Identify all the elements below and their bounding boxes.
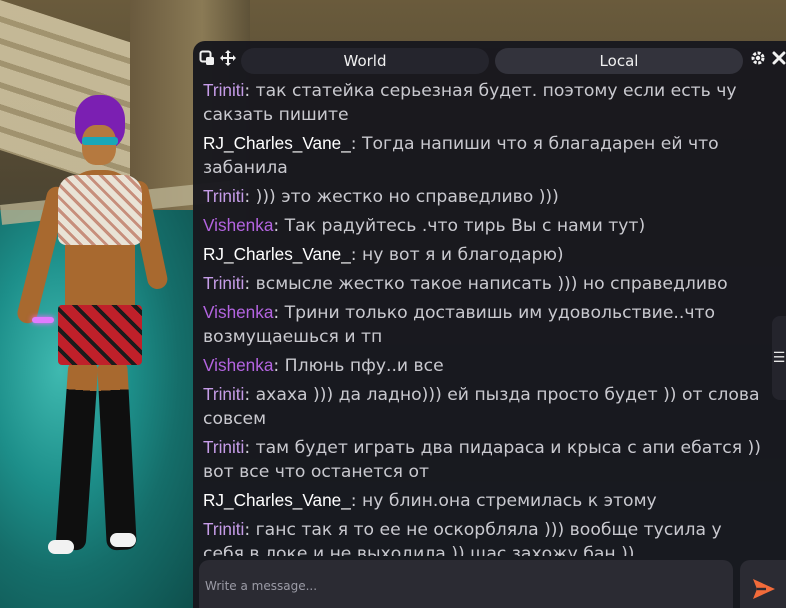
- chat-message: Vishenka: Так радуйтесь .что тирь Вы с н…: [203, 213, 768, 238]
- message-separator: :: [244, 187, 256, 207]
- message-username[interactable]: Triniti: [203, 384, 244, 404]
- message-separator: :: [350, 491, 363, 511]
- message-username[interactable]: Vishenka: [203, 302, 273, 322]
- chat-message: Triniti: ))) это жестко но справедливо )…: [203, 184, 768, 209]
- message-separator: :: [244, 438, 256, 458]
- message-username[interactable]: Triniti: [203, 519, 244, 539]
- message-username[interactable]: Triniti: [203, 80, 244, 100]
- message-text: ))) это жестко но справедливо ))): [255, 187, 559, 207]
- message-username[interactable]: Triniti: [203, 273, 244, 293]
- chat-message: RJ_Charles_Vane_: ну вот я и благодарю): [203, 242, 768, 267]
- message-separator: :: [244, 520, 256, 540]
- message-separator: :: [244, 385, 256, 405]
- chat-message: RJ_Charles_Vane_: ну блин.она стремилась…: [203, 488, 768, 513]
- message-username[interactable]: RJ_Charles_Vane_: [203, 244, 351, 264]
- chat-message: Vishenka: Трини только доставишь им удов…: [203, 300, 768, 349]
- chat-window: World Local Triniti: так статейка серьез…: [193, 41, 786, 608]
- tab-world[interactable]: World: [241, 48, 489, 74]
- message-text: Так радуйтесь .что тирь Вы с нами тут): [284, 216, 646, 236]
- message-separator: :: [350, 245, 363, 265]
- gear-icon[interactable]: [749, 50, 767, 70]
- message-separator: :: [273, 356, 285, 376]
- message-separator: :: [244, 274, 256, 294]
- chat-message: Triniti: всмысле жестко такое написать )…: [203, 271, 768, 296]
- message-text: ганс так я то ее не оскорбляла ))) вообщ…: [203, 520, 722, 556]
- menu-icon[interactable]: ☰: [772, 316, 786, 400]
- message-text: ну вот я и благодарю): [362, 245, 564, 265]
- message-username[interactable]: Vishenka: [203, 355, 273, 375]
- chat-input-row: [193, 560, 786, 608]
- chat-tabbar: World Local: [193, 46, 786, 74]
- message-username[interactable]: RJ_Charles_Vane_: [203, 490, 351, 510]
- message-separator: :: [350, 134, 363, 154]
- send-icon: [753, 579, 775, 599]
- message-input[interactable]: [199, 560, 733, 608]
- chat-message: Triniti: ахаха ))) да ладно))) ей пызда …: [203, 382, 768, 431]
- chat-message: Triniti: ганс так я то ее не оскорбляла …: [203, 517, 768, 556]
- message-text: всмысле жестко такое написать ))) но спр…: [255, 274, 728, 294]
- message-username[interactable]: Vishenka: [203, 215, 273, 235]
- message-separator: :: [273, 303, 285, 323]
- message-username[interactable]: Triniti: [203, 437, 244, 457]
- chat-message: Vishenka: Плюнь пфу..и все: [203, 353, 768, 378]
- message-separator: :: [244, 81, 256, 101]
- message-username[interactable]: Triniti: [203, 186, 244, 206]
- chat-message: RJ_Charles_Vane_: Тогда напиши что я бла…: [203, 131, 768, 180]
- message-text: так статейка серьезная будет. поэтому ес…: [203, 81, 737, 125]
- message-separator: :: [273, 216, 285, 236]
- message-text: ахаха ))) да ладно))) ей пызда просто бу…: [203, 385, 760, 429]
- move-icon[interactable]: [219, 50, 237, 70]
- message-username[interactable]: RJ_Charles_Vane_: [203, 133, 351, 153]
- chat-message: Triniti: так статейка серьезная будет. п…: [203, 78, 768, 127]
- message-text: там будет играть два пидараса и крыса с …: [203, 438, 761, 482]
- chat-message: Triniti: там будет играть два пидараса и…: [203, 435, 768, 484]
- message-list[interactable]: Triniti: так статейка серьезная будет. п…: [203, 78, 768, 556]
- popout-icon[interactable]: [198, 50, 216, 70]
- tab-local[interactable]: Local: [495, 48, 743, 74]
- send-button[interactable]: [740, 560, 786, 608]
- message-text: ну блин.она стремилась к этому: [362, 491, 657, 511]
- player-avatar[interactable]: [15, 95, 170, 565]
- close-icon[interactable]: [770, 50, 786, 70]
- message-text: Плюнь пфу..и все: [284, 356, 444, 376]
